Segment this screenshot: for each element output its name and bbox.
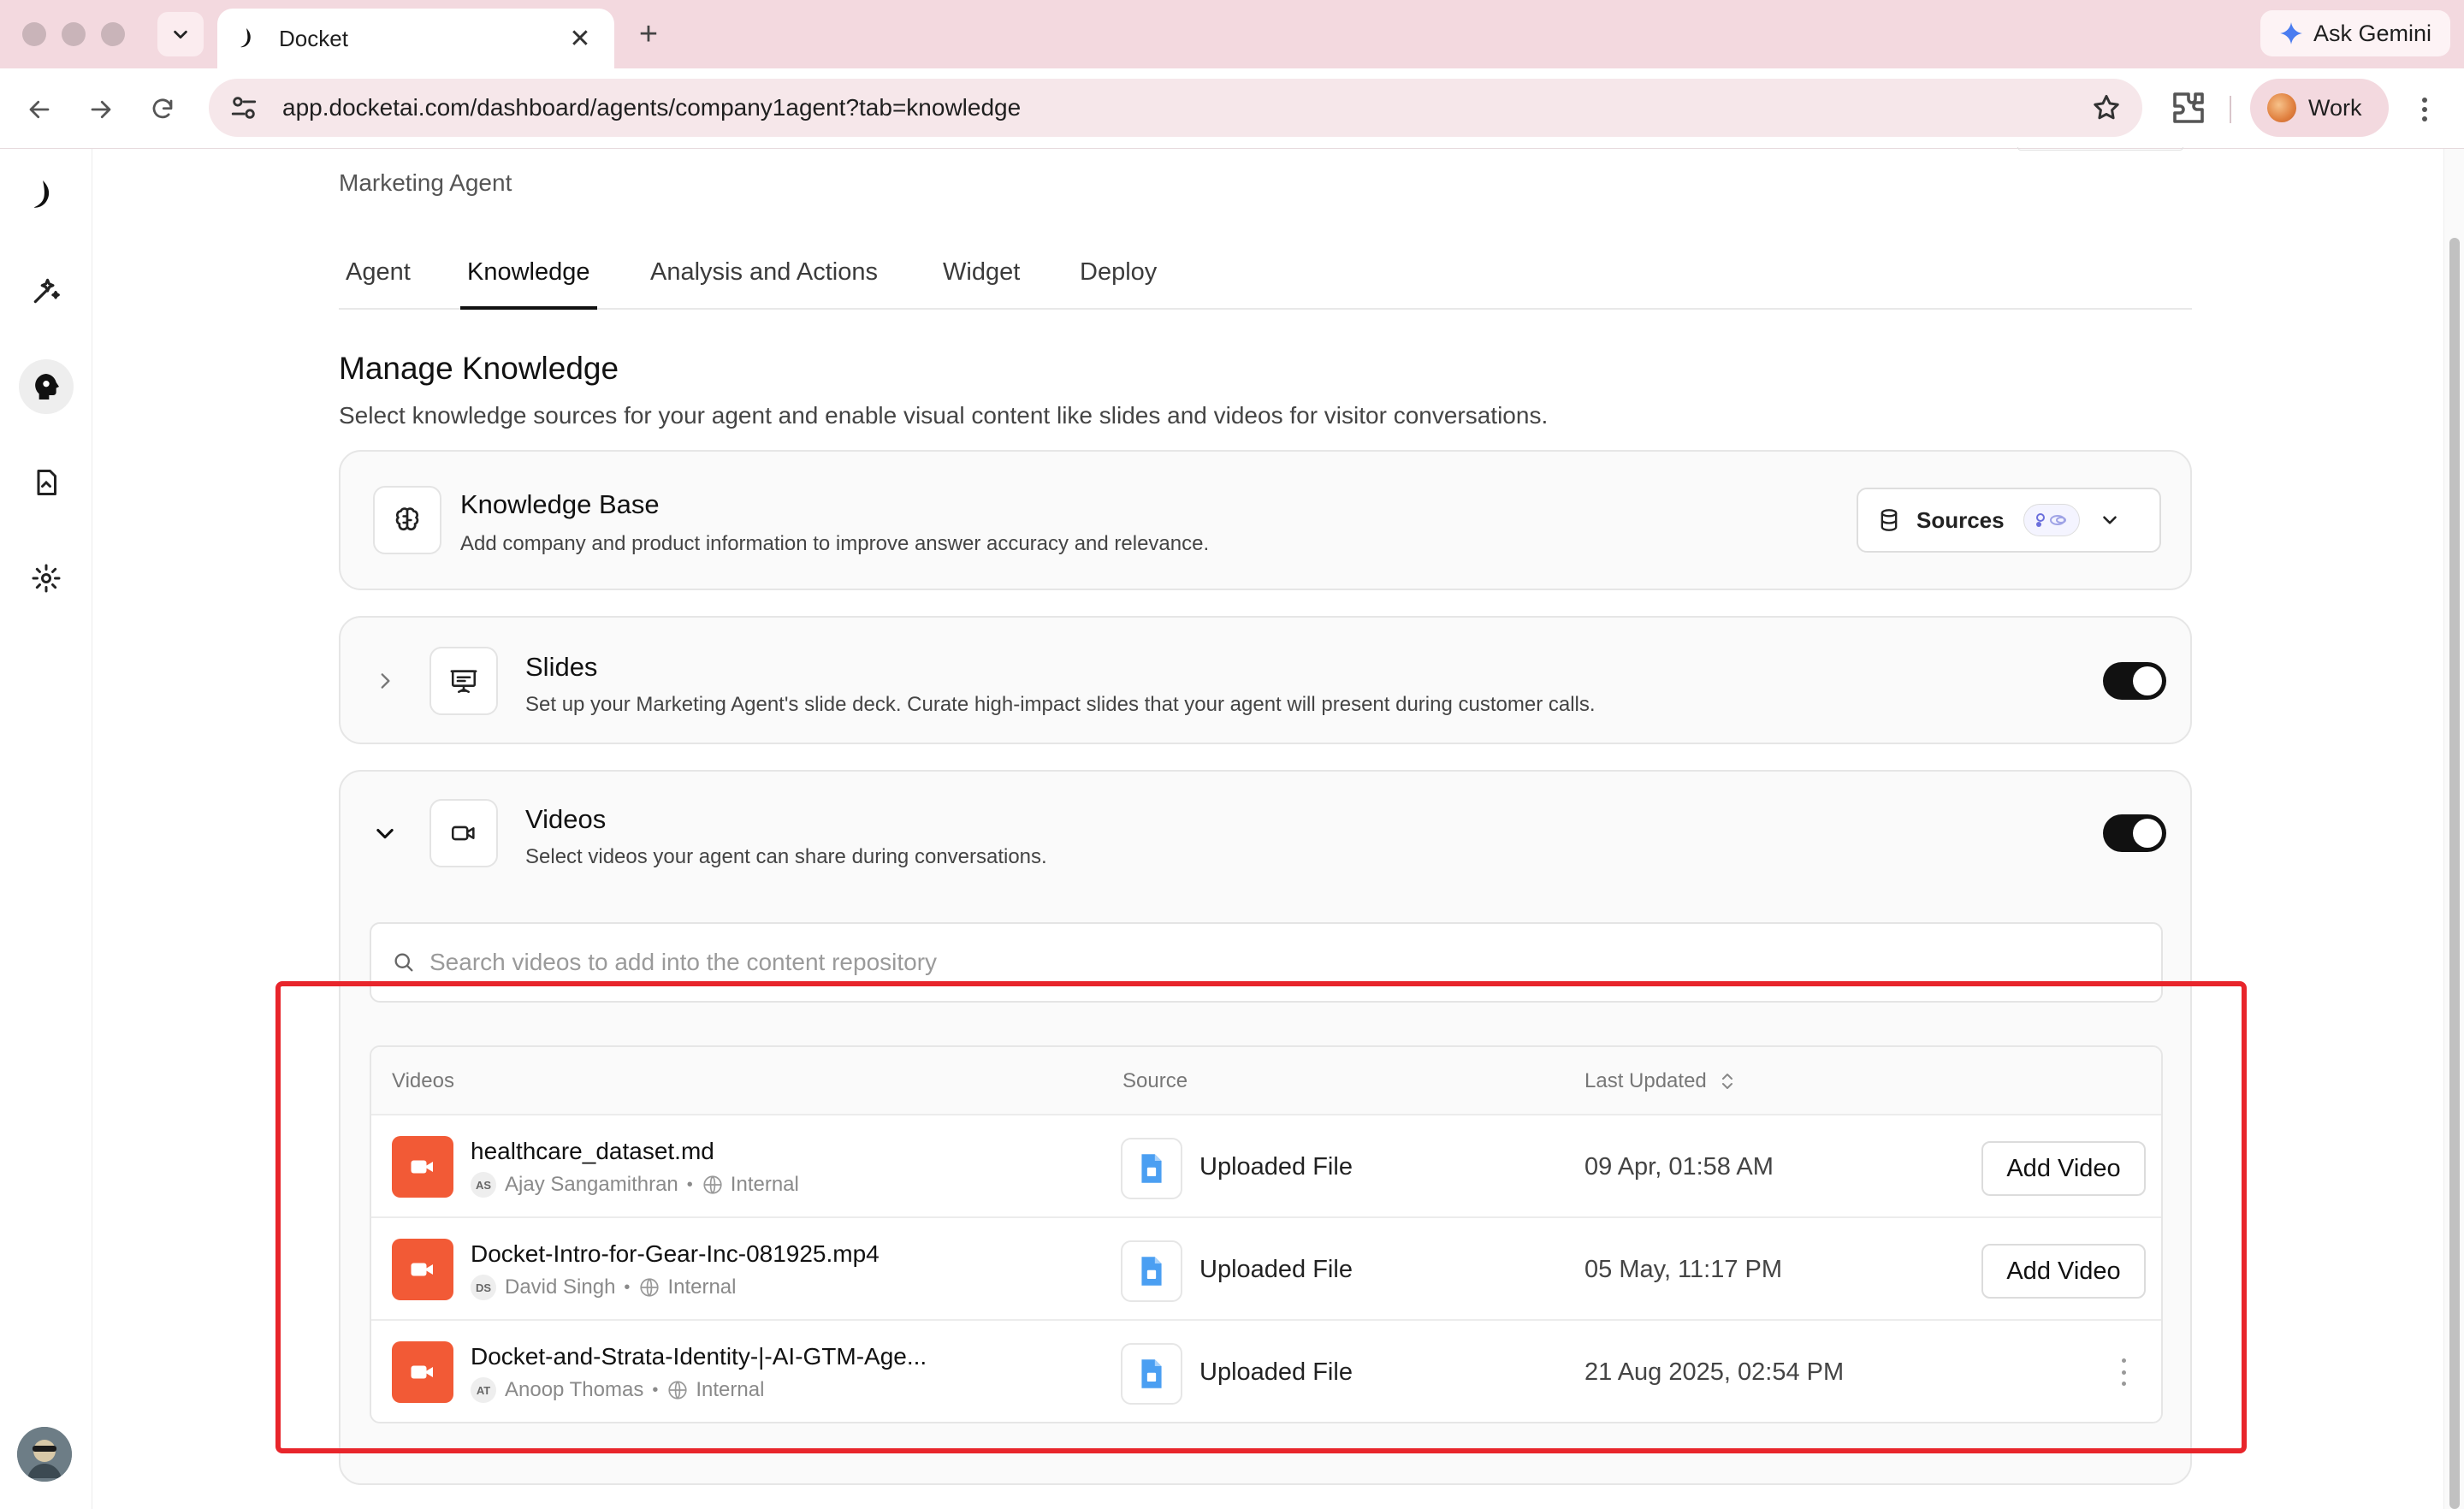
browser-tab-active[interactable]: Docket ✕ <box>217 9 614 68</box>
forward-button[interactable] <box>80 89 121 130</box>
slides-toggle[interactable] <box>2103 662 2166 700</box>
window-zoom-button[interactable] <box>101 22 125 46</box>
arrow-right-icon <box>91 100 111 119</box>
window-minimize-button[interactable] <box>62 22 86 46</box>
slides-title: Slides <box>525 652 598 682</box>
knowledge-base-icon-box <box>373 486 441 554</box>
agent-tabs: Agent Knowledge Analysis and Actions Wid… <box>339 234 2192 310</box>
docket-logo-icon <box>33 180 50 208</box>
toggle-knob <box>2133 819 2162 848</box>
sidenav-settings[interactable] <box>19 551 74 606</box>
knowledge-base-card: Knowledge Base Add company and product i… <box>339 450 2192 590</box>
chevron-down-icon <box>2102 516 2117 524</box>
highlight-annotation <box>275 981 2247 1453</box>
sidenav-knowledge[interactable] <box>19 359 74 414</box>
profile-button[interactable]: Work <box>2250 79 2389 137</box>
section-description: Select knowledge sources for your agent … <box>339 402 1549 429</box>
gemini-spark-icon <box>2280 22 2302 44</box>
sidenav-documents[interactable] <box>19 455 74 510</box>
document-icon <box>37 470 56 495</box>
sidenav-agents[interactable] <box>19 263 74 318</box>
user-avatar[interactable] <box>17 1427 72 1482</box>
chevron-right-icon <box>381 673 390 689</box>
slides-description: Set up your Marketing Agent's slide deck… <box>525 693 1596 716</box>
profile-label: Work <box>2308 94 2362 121</box>
tab-widget[interactable]: Widget <box>936 234 1027 310</box>
videos-description: Select videos your agent can share durin… <box>525 845 1047 868</box>
brain-head-icon <box>35 374 59 399</box>
chevron-down-icon <box>174 30 187 39</box>
magic-wand-icon <box>33 278 60 304</box>
bookmark-star-icon[interactable] <box>2091 92 2122 123</box>
brain-icon <box>395 507 419 531</box>
url-text: app.docketai.com/dashboard/agents/compan… <box>282 94 1022 121</box>
sidenav-home[interactable] <box>19 168 74 222</box>
header-action-stub <box>2017 147 2183 151</box>
video-camera-icon <box>451 826 475 841</box>
more-vertical-icon <box>2422 98 2427 121</box>
scrollbar-thumb[interactable] <box>2449 238 2460 1509</box>
toggle-knob <box>2133 666 2162 695</box>
docket-logo-icon <box>240 28 251 48</box>
section-title: Manage Knowledge <box>339 351 619 386</box>
database-icon <box>1881 509 1898 531</box>
tab-close-icon[interactable]: ✕ <box>565 24 595 54</box>
page-scrollbar[interactable] <box>2443 149 2464 1509</box>
address-bar[interactable]: app.docketai.com/dashboard/agents/compan… <box>209 79 2142 137</box>
ask-gemini-label: Ask Gemini <box>2313 20 2431 46</box>
ask-gemini-button[interactable]: Ask Gemini <box>2260 10 2450 56</box>
videos-collapse-button[interactable] <box>368 816 402 850</box>
tab-knowledge[interactable]: Knowledge <box>460 234 597 310</box>
tab-title: Docket <box>279 25 348 51</box>
gear-icon <box>32 564 61 593</box>
arrow-left-icon <box>29 100 50 119</box>
side-navigation <box>0 149 92 1509</box>
browser-toolbar: app.docketai.com/dashboard/agents/compan… <box>0 68 2464 149</box>
videos-toggle[interactable] <box>2103 814 2166 852</box>
search-icon <box>394 953 413 972</box>
video-search-input[interactable] <box>429 949 2055 976</box>
browser-menu-button[interactable] <box>2408 89 2442 130</box>
knowledge-base-description: Add company and product information to i… <box>460 532 1210 555</box>
reload-button[interactable] <box>142 89 183 130</box>
agent-name-breadcrumb: Marketing Agent <box>339 169 512 196</box>
sources-label: Sources <box>1916 506 2005 533</box>
toolbar-divider <box>2230 96 2231 123</box>
profile-avatar-icon <box>2267 93 2296 122</box>
videos-title: Videos <box>525 804 607 834</box>
sources-badge <box>2023 504 2080 536</box>
sources-dropdown[interactable]: Sources <box>1857 488 2161 553</box>
tab-analysis-and-actions[interactable]: Analysis and Actions <box>643 234 885 310</box>
tab-search-button[interactable] <box>157 12 204 56</box>
tab-agent[interactable]: Agent <box>339 234 418 310</box>
slides-expand-button[interactable] <box>368 664 402 698</box>
presentation-icon <box>450 670 477 694</box>
browser-tab-bar: Docket ✕ + Ask Gemini <box>0 0 2464 68</box>
slides-icon-box <box>429 647 498 715</box>
back-button[interactable] <box>19 89 60 130</box>
slides-card: Slides Set up your Marketing Agent's sli… <box>339 616 2192 744</box>
knowledge-base-title: Knowledge Base <box>460 489 660 519</box>
extensions-puzzle-icon[interactable] <box>2168 87 2209 128</box>
linked-sources-icon <box>2035 513 2066 527</box>
chevron-down-icon <box>376 828 394 839</box>
reload-icon <box>152 98 173 119</box>
user-avatar-icon <box>17 1427 72 1482</box>
tab-deploy[interactable]: Deploy <box>1073 234 1164 310</box>
site-settings-icon[interactable] <box>229 93 258 122</box>
videos-icon-box <box>429 799 498 867</box>
new-tab-button[interactable]: + <box>630 15 667 53</box>
window-close-button[interactable] <box>22 22 46 46</box>
